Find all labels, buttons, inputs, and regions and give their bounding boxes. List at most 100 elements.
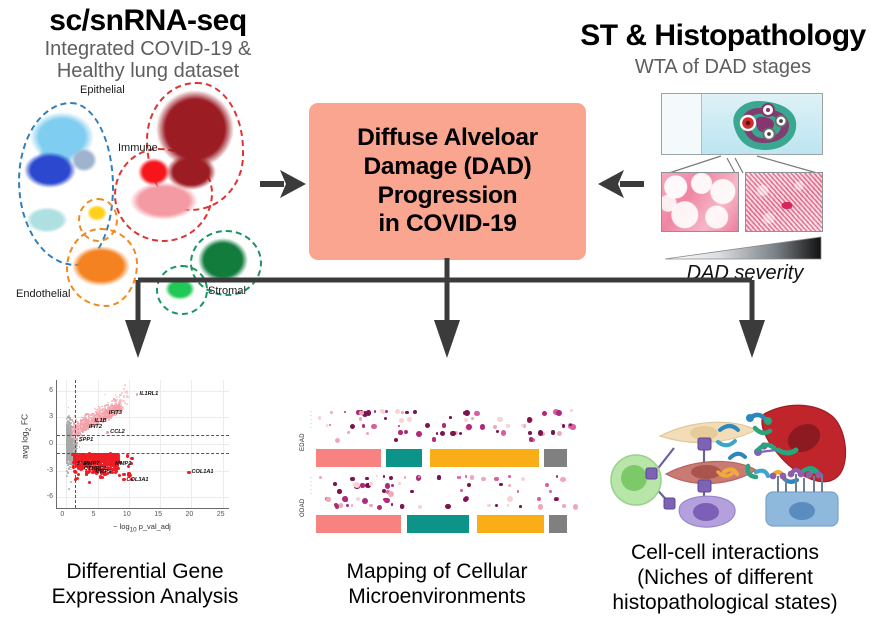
niche-dot [418, 504, 422, 509]
left-panel-subtitle-line1: Integrated COVID-19 & [44, 38, 252, 60]
cell-cell-interaction-diagram [600, 380, 862, 540]
niche-dot [389, 475, 393, 480]
umap-cluster-endothelial-yellow [87, 205, 107, 221]
niche-dot [361, 424, 365, 428]
volcano-point [77, 420, 80, 423]
volcano-point [108, 418, 110, 421]
niche-dot [481, 476, 486, 482]
volcano-gene-label: SPP1 [78, 436, 94, 443]
volcano-xtick: 5 [91, 511, 96, 518]
volcano-point [76, 473, 81, 477]
volcano-ytick: -3 [46, 466, 53, 474]
niche-segment-bar [316, 515, 402, 533]
volcano-gene-label: COL1A1 [191, 469, 214, 476]
niche-row [316, 471, 578, 533]
volcano-point [120, 399, 123, 402]
volcano-point [105, 411, 108, 415]
niche-dot [435, 431, 439, 435]
volcano-point [120, 392, 123, 394]
volcano-point [122, 473, 126, 477]
niche-dot [555, 475, 558, 478]
niche-dot [526, 417, 533, 423]
volcano-point [70, 480, 73, 483]
niche-dot [338, 503, 344, 508]
volcano-point [77, 429, 79, 432]
arrow-center-to-three-panels [125, 258, 765, 358]
purple-macrophage-cell [678, 495, 736, 528]
niche-dot [384, 483, 390, 489]
volcano-point [69, 460, 72, 463]
volcano-point [119, 394, 122, 396]
niche-dot [493, 476, 499, 482]
volcano-point [67, 406, 70, 409]
niche-axis-ticks: ─ ─ ─ ─ ─ [310, 475, 313, 496]
volcano-gridline-h [57, 497, 229, 499]
niche-dot [467, 483, 471, 487]
niche-dot [545, 482, 550, 487]
niche-dot [350, 504, 354, 507]
volcano-point [118, 473, 122, 477]
volcano-xtick: 25 [216, 511, 225, 518]
volcano-point [101, 411, 104, 413]
niche-dot [441, 423, 446, 428]
volcano-point [125, 403, 128, 406]
niche-segment-bar [316, 449, 381, 467]
volcano-point [130, 456, 134, 461]
volcano-point [125, 389, 128, 392]
niche-dot [463, 417, 469, 422]
volcano-xtick: 15 [154, 511, 162, 518]
volcano-point [81, 431, 84, 434]
niche-dot [466, 424, 472, 430]
volcano-point [98, 408, 101, 411]
niche-dot [369, 503, 373, 508]
right-panel-title: ST & Histopathology [580, 19, 866, 52]
niche-dot [520, 424, 524, 428]
niche-dot [464, 409, 471, 416]
volcano-point [115, 396, 118, 398]
volcano-pval-threshold [74, 380, 76, 508]
arrow-left-to-center [260, 170, 306, 198]
volcano-point [67, 472, 70, 475]
niche-dot [406, 416, 413, 423]
volcano-point [95, 408, 98, 411]
niche-dot [460, 489, 464, 492]
niche-dot [325, 424, 329, 427]
slide-frosted-edge [662, 94, 702, 154]
volcano-point [126, 396, 129, 399]
volcano-point [125, 454, 130, 458]
rose-myofibroblast-cell [664, 460, 758, 485]
niche-dot [330, 410, 334, 415]
niche-dot [326, 497, 331, 502]
niche-dot [506, 504, 509, 507]
volcano-gene-label: IFIT2 [88, 424, 102, 431]
niche-dot [398, 417, 405, 424]
niche-dot [398, 482, 401, 485]
volcano-point [135, 392, 139, 396]
umap-label-immune: Immune [118, 142, 158, 154]
right-panel-subtitle: WTA of DAD stages [634, 56, 812, 78]
niche-dot [350, 476, 355, 482]
niche-dot [549, 489, 553, 493]
niche-dot [439, 430, 446, 437]
niche-dot [536, 496, 541, 501]
niche-dot [556, 430, 562, 436]
volcano-point [107, 415, 109, 418]
niche-dot [347, 430, 351, 434]
niche-dot [384, 417, 388, 421]
niche-segment-bar [476, 515, 544, 533]
niche-dot [384, 409, 388, 414]
niche-dot [528, 437, 534, 442]
niche-dot [431, 437, 437, 442]
volcano-point [187, 470, 191, 475]
volcano-point [65, 470, 68, 472]
niche-dot [445, 503, 451, 510]
niche-dot [334, 438, 341, 444]
volcano-point [67, 458, 70, 461]
central-concept-text: Diffuse Alveloar Damage (DAD) Progressio… [357, 124, 538, 239]
niche-dot [492, 424, 497, 430]
volcano-point [68, 487, 70, 490]
volcano-fc-threshold [57, 452, 229, 454]
volcano-point [124, 401, 126, 404]
volcano-point [105, 413, 108, 416]
niche-dot [465, 475, 468, 478]
